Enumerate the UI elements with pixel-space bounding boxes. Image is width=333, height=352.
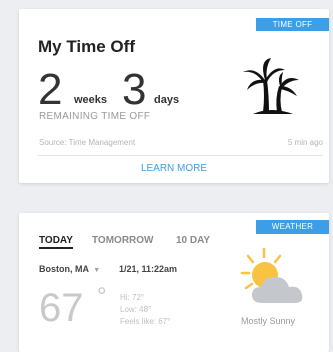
low-temp: Low: 48° — [120, 305, 152, 314]
time-off-card: TIME OFF My Time Off 2 weeks 3 days REMA… — [19, 9, 329, 183]
card-title: My Time Off — [38, 37, 135, 56]
high-temp: Hi: 72° — [120, 293, 145, 302]
caret-down-icon: ▼ — [93, 267, 101, 274]
degree-symbol: ° — [97, 283, 107, 310]
tab-today[interactable]: TODAY — [39, 235, 73, 249]
weeks-value: 2 — [38, 65, 63, 114]
partly-sunny-icon — [240, 247, 303, 303]
feels-like: Feels like: 67° — [120, 317, 171, 326]
days-unit: days — [154, 94, 180, 106]
remaining-label: REMAINING TIME OFF — [39, 111, 151, 122]
updated-time: 5 min ago — [287, 138, 323, 147]
weeks-unit: weeks — [74, 94, 108, 106]
learn-more-link[interactable]: LEARN MORE — [19, 163, 329, 174]
palm-tree-icon — [243, 58, 299, 114]
weather-tag: WEATHER — [256, 220, 329, 234]
divider — [38, 155, 323, 156]
tab-10-day[interactable]: 10 DAY — [176, 235, 210, 246]
time-off-tag: TIME OFF — [256, 18, 329, 31]
source-label: Source: Time Management — [39, 138, 136, 147]
weather-condition: Mostly Sunny — [241, 316, 296, 326]
weather-card: WEATHER TODAY TOMORROW 10 DAY Boston, MA… — [19, 213, 329, 352]
days-value: 3 — [122, 65, 147, 114]
location-label: Boston, MA — [39, 264, 89, 274]
location-dropdown[interactable]: Boston, MA ▼ — [39, 264, 100, 274]
tab-tomorrow[interactable]: TOMORROW — [92, 235, 153, 246]
weather-datetime: 1/21, 11:22am — [119, 264, 178, 274]
temperature-value: 67 — [39, 286, 84, 330]
